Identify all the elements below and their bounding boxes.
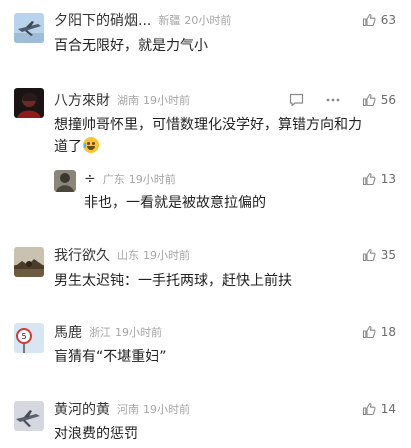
like-count: 18 — [380, 325, 396, 339]
comment-text: 对浪费的惩罚 — [54, 426, 138, 442]
avatar[interactable] — [14, 401, 44, 431]
username[interactable]: 黄河的黄 — [54, 399, 110, 419]
reply-text: 非也，一看就是被故意拉偏的 — [84, 195, 266, 211]
username[interactable]: ÷ — [84, 171, 96, 187]
thumbs-up-icon — [362, 93, 376, 107]
timestamp: 20小时前 — [184, 14, 232, 27]
avatar[interactable] — [54, 170, 76, 192]
timestamp: 19小时前 — [143, 94, 190, 107]
like-button[interactable]: 63 — [362, 13, 396, 27]
comment-actions: 63 — [362, 10, 396, 30]
like-count: 35 — [380, 248, 396, 262]
more-options-button[interactable] — [326, 98, 340, 102]
more-dots-icon — [326, 98, 340, 102]
avatar[interactable] — [14, 247, 44, 277]
comment-header: 馬鹿 浙江 19小时前 — [54, 322, 162, 342]
comment-actions: 18 — [362, 322, 396, 342]
reply-header: ÷ 广东 19小时前 — [84, 169, 176, 189]
thumbs-up-icon — [362, 402, 376, 416]
location-label: 河南 — [117, 403, 139, 416]
thumbs-up-icon — [362, 248, 376, 262]
comment-text-line: 道了 — [54, 136, 404, 158]
like-count: 14 — [380, 402, 396, 416]
timestamp: 19小时前 — [128, 173, 176, 186]
comment-text: 盲猜有“不堪重妇” — [54, 349, 167, 365]
like-button[interactable]: 14 — [362, 402, 396, 416]
timestamp: 19小时前 — [143, 249, 190, 262]
like-button[interactable]: 35 — [362, 248, 396, 262]
username[interactable]: 馬鹿 — [54, 322, 82, 342]
location-label: 山东 — [117, 249, 139, 262]
like-button[interactable]: 18 — [362, 325, 396, 339]
comment-actions: 35 — [362, 245, 396, 265]
comment-text-segment: 道了 — [54, 139, 82, 155]
comment-text-line: 想撞帅哥怀里，可惜数理化没学好，算错方向和力 — [54, 117, 362, 133]
username[interactable]: 八方來財 — [54, 90, 110, 110]
avatar[interactable] — [14, 88, 44, 118]
avatar[interactable]: 5 — [14, 323, 44, 353]
svg-text:5: 5 — [21, 332, 26, 341]
timestamp: 19小时前 — [115, 326, 162, 339]
location-label: 浙江 — [89, 326, 111, 339]
avatar[interactable] — [14, 13, 44, 43]
comment-actions: 56 — [289, 90, 396, 110]
reply-button[interactable] — [289, 93, 304, 107]
reply-actions: 13 — [362, 169, 396, 189]
comment-header: 夕阳下的硝烟... 新疆 20小时前 — [54, 10, 231, 30]
like-count: 63 — [380, 13, 396, 27]
comment-header: 八方來財 湖南 19小时前 — [54, 90, 190, 110]
like-button[interactable]: 13 — [362, 172, 396, 186]
thumbs-up-icon — [362, 13, 376, 27]
like-count: 56 — [380, 93, 396, 107]
like-count: 13 — [380, 172, 396, 186]
location-label: 湖南 — [117, 94, 139, 107]
username[interactable]: 我行欲久 — [54, 245, 110, 265]
comment-header: 黄河的黄 河南 19小时前 — [54, 399, 190, 419]
crying-laughing-face-emoji — [83, 137, 99, 153]
comment-text: 想撞帅哥怀里，可惜数理化没学好，算错方向和力 道了 — [54, 114, 404, 158]
comment-actions: 14 — [362, 399, 396, 419]
timestamp: 19小时前 — [143, 403, 190, 416]
thumbs-up-icon — [362, 172, 376, 186]
like-button[interactable]: 56 — [362, 93, 396, 107]
location-label: 新疆 — [158, 14, 181, 27]
thumbs-up-icon — [362, 325, 376, 339]
comment-text: 男生太迟钝：一手托两球，赶快上前扶 — [54, 273, 292, 289]
username[interactable]: 夕阳下的硝烟... — [54, 10, 151, 30]
comment-header: 我行欲久 山东 19小时前 — [54, 245, 190, 265]
location-label: 广东 — [102, 173, 125, 186]
comment-text: 百合无限好，就是力气小 — [54, 38, 208, 54]
comment-bubble-icon — [289, 93, 303, 107]
